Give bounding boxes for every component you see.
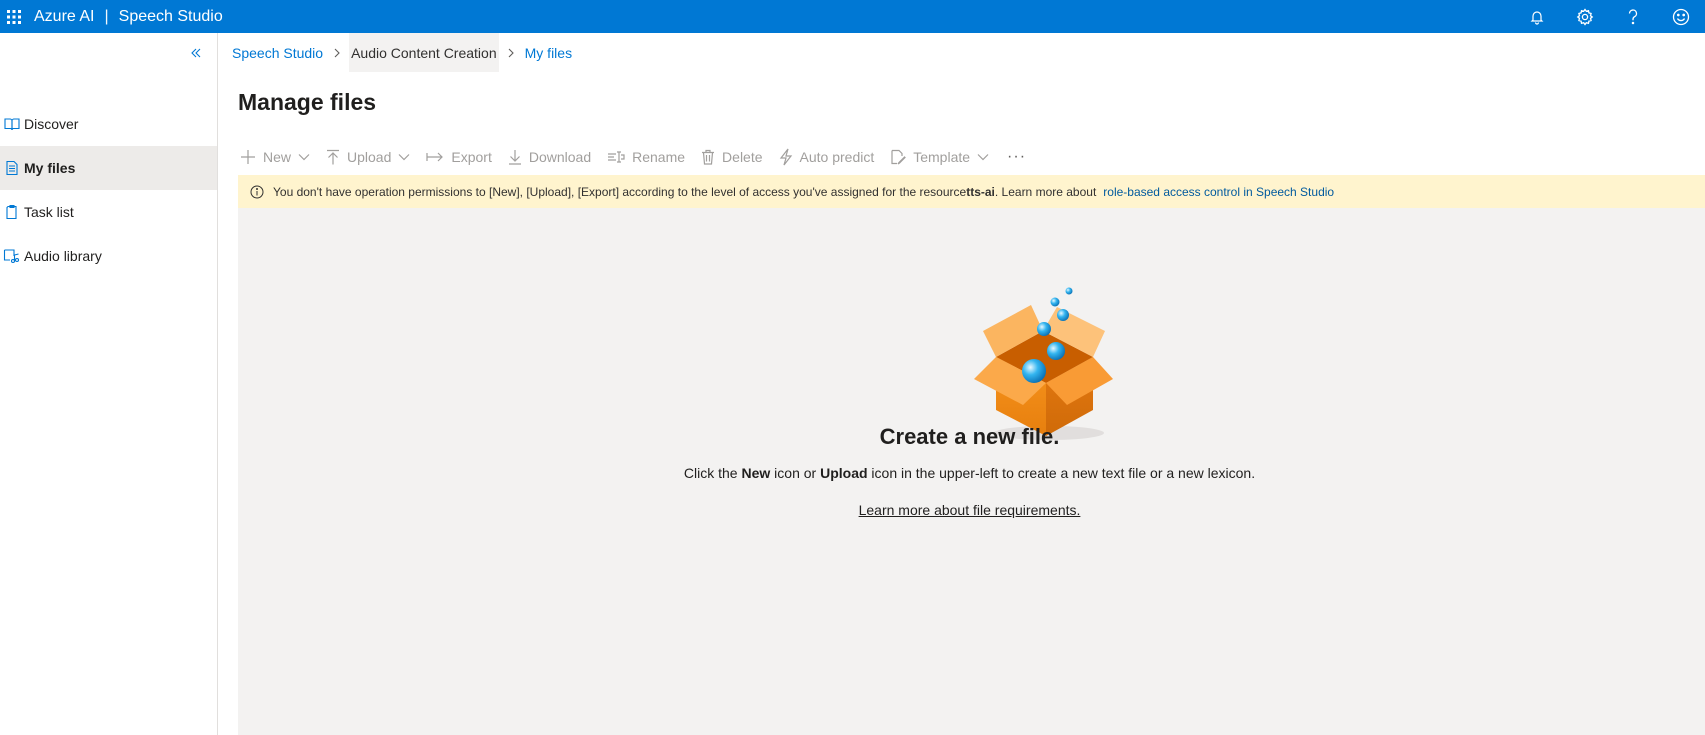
top-bar: Azure AI | Speech Studio bbox=[0, 0, 1705, 33]
empty-state: Create a new file. Click the New icon or… bbox=[218, 33, 1705, 560]
brand-separator: | bbox=[104, 7, 109, 25]
sidebar-item-label: Task list bbox=[24, 204, 74, 220]
desc-upload: Upload bbox=[820, 465, 868, 481]
main-content: Speech Studio Audio Content Creation My … bbox=[218, 33, 1705, 735]
empty-state-description: Click the New icon or Upload icon in the… bbox=[218, 465, 1705, 481]
desc-part: icon in the upper-left to create a new t… bbox=[867, 465, 1256, 481]
help-icon[interactable] bbox=[1609, 0, 1657, 33]
product-name: Azure AI bbox=[34, 7, 95, 25]
desc-part: Click the bbox=[683, 465, 742, 481]
file-requirements-link-wrap: Learn more about file requirements. bbox=[218, 502, 1705, 518]
settings-icon[interactable] bbox=[1561, 0, 1609, 33]
sidebar-nav: Discover My files Task list Audio librar… bbox=[0, 102, 217, 278]
app-launcher-icon[interactable] bbox=[0, 0, 28, 33]
sidebar-item-label: Audio library bbox=[24, 248, 102, 264]
sidebar-item-discover[interactable]: Discover bbox=[0, 102, 217, 146]
desc-part: icon or bbox=[770, 465, 821, 481]
document-icon bbox=[0, 160, 24, 176]
sidebar-item-task-list[interactable]: Task list bbox=[0, 190, 217, 234]
clipboard-icon bbox=[0, 204, 24, 220]
desc-new: New bbox=[741, 465, 771, 481]
empty-state-title: Create a new file. bbox=[879, 424, 1060, 449]
file-requirements-link[interactable]: Learn more about file requirements. bbox=[859, 502, 1081, 518]
brand[interactable]: Azure AI | Speech Studio bbox=[34, 8, 223, 26]
open-box-illustration bbox=[971, 265, 1121, 446]
sidebar-item-label: Discover bbox=[24, 116, 79, 132]
sidebar: Discover My files Task list Audio librar… bbox=[0, 33, 218, 735]
book-icon bbox=[0, 116, 24, 132]
collapse-sidebar-icon[interactable] bbox=[186, 43, 206, 63]
sidebar-item-my-files[interactable]: My files bbox=[0, 146, 217, 190]
app-name: Speech Studio bbox=[118, 7, 223, 25]
notifications-icon[interactable] bbox=[1513, 0, 1561, 33]
sidebar-item-audio-library[interactable]: Audio library bbox=[0, 234, 217, 278]
music-library-icon bbox=[0, 248, 24, 264]
feedback-icon[interactable] bbox=[1657, 0, 1705, 33]
sidebar-item-label: My files bbox=[24, 160, 76, 176]
